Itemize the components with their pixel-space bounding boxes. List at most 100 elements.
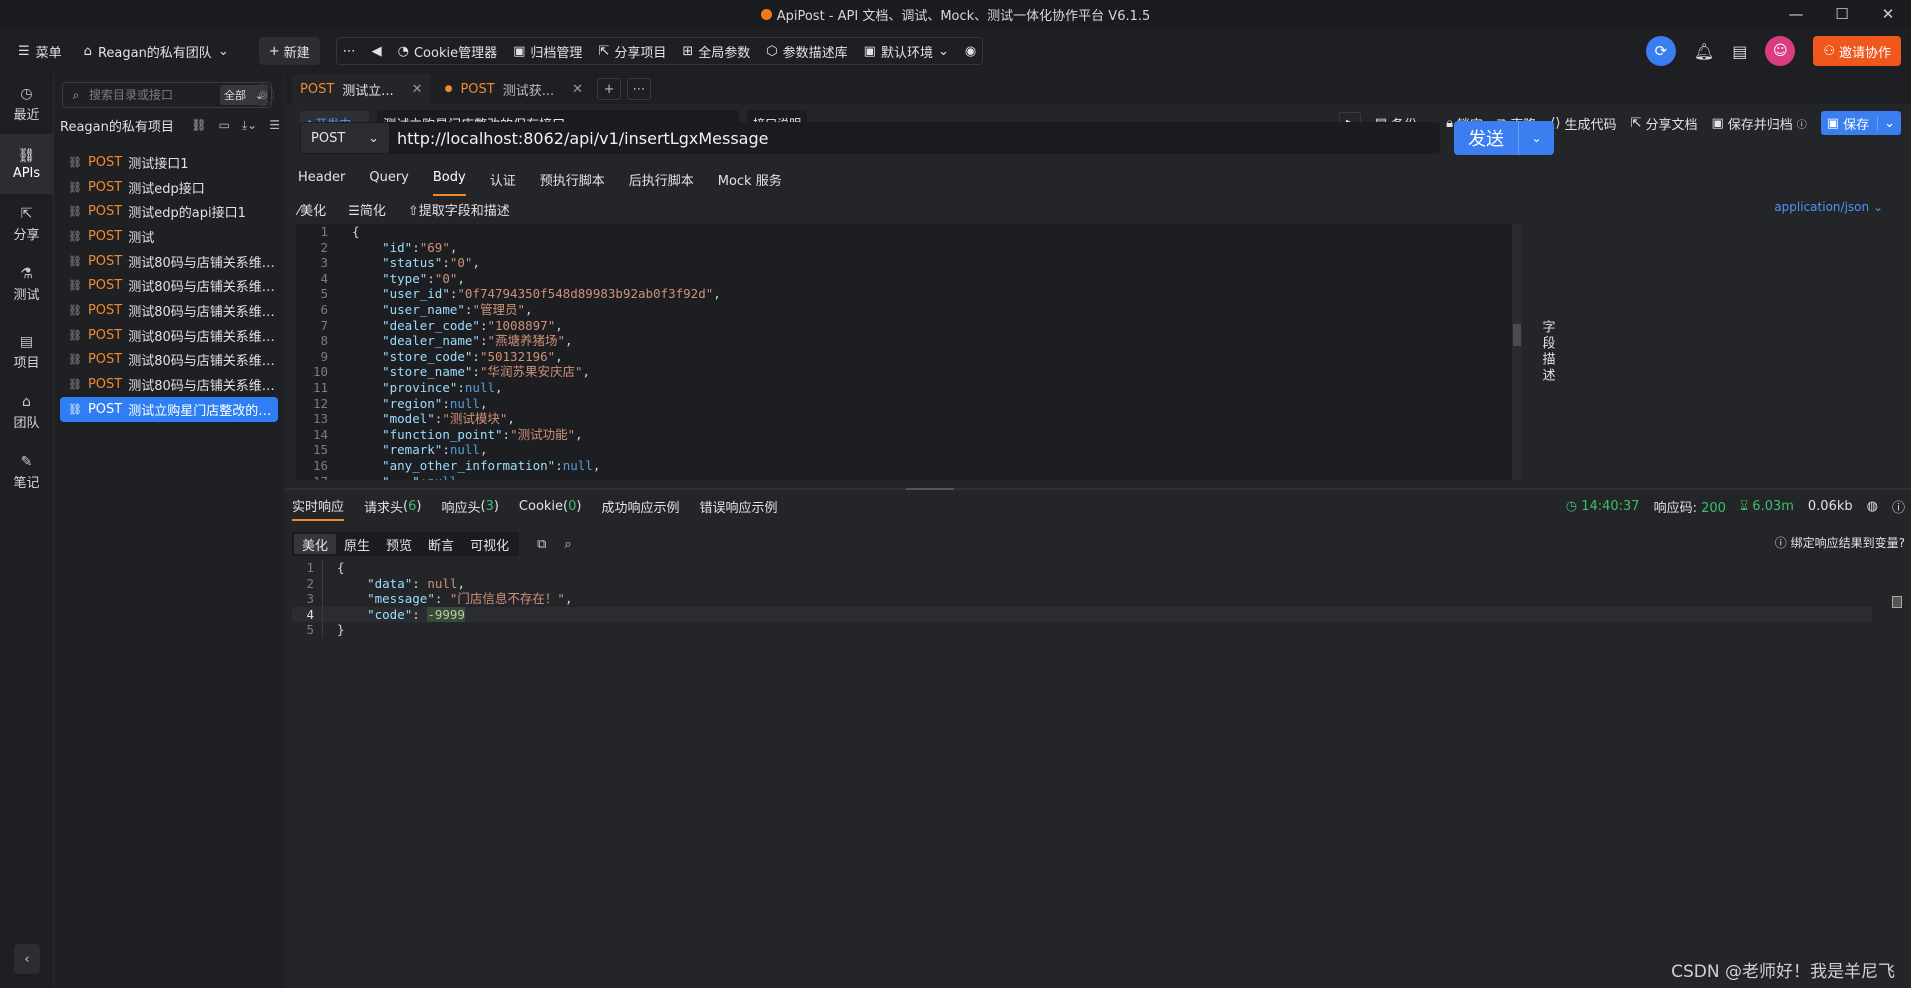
api-list-item[interactable]: ⛓ POST 测试80码与店铺关系维护的导... xyxy=(60,372,278,397)
bind-response-link[interactable]: ⓘ 绑定响应结果到变量? xyxy=(1775,534,1905,551)
response-size: 0.06kb xyxy=(1807,498,1853,514)
add-api-icon[interactable]: ⛓ xyxy=(191,118,206,133)
share-project-button[interactable]: ⇱ 分享项目 xyxy=(598,42,666,61)
response-tab[interactable]: Cookie(0) xyxy=(519,491,582,521)
search-icon[interactable]: ⌕ xyxy=(564,537,571,552)
response-tab[interactable]: 错误响应示例 xyxy=(700,491,778,521)
tab-more-button[interactable]: ⋯ xyxy=(627,78,652,100)
response-tab[interactable]: 实时响应 xyxy=(292,491,345,521)
save-archive-button[interactable]: ▣ 保存并归档 ⓘ xyxy=(1711,114,1806,133)
nav-item-test[interactable]: ⚗ 测试 xyxy=(0,254,53,314)
avatar[interactable]: ☺ xyxy=(1765,36,1796,66)
code-key: "remark" xyxy=(382,442,443,458)
tab-body[interactable]: Body xyxy=(432,170,466,196)
search-input[interactable] xyxy=(89,88,220,102)
api-list-item[interactable]: ⛓ POST 测试80码与店铺关系维护的查... xyxy=(60,249,278,274)
add-tab-button[interactable]: + xyxy=(597,78,622,100)
view-beautify[interactable]: 美化 xyxy=(294,534,337,554)
api-list-item[interactable]: ⛓ POST 测试80码与店铺关系维护的查... xyxy=(60,273,278,298)
generate-code-button[interactable]: ⟨⟩ 生成代码 xyxy=(1550,114,1616,133)
editor-scrollbar[interactable] xyxy=(1512,224,1522,480)
invite-button[interactable]: ⚇ 邀请协作 xyxy=(1813,36,1901,66)
sort-icon[interactable]: ☰ xyxy=(269,118,280,133)
bell-icon[interactable]: 🔔︎ xyxy=(1694,42,1714,61)
nav-item-project[interactable]: ▤ 项目 xyxy=(0,322,53,382)
nav-item-share[interactable]: ⇱ 分享 xyxy=(0,194,53,254)
add-folder-icon[interactable]: ▭ xyxy=(219,118,230,133)
api-list-item[interactable]: ⛓ POST 测试 xyxy=(60,224,278,249)
nav-item-apis[interactable]: ⛓ APIs xyxy=(0,134,53,194)
tab-pre-script[interactable]: 预执行脚本 xyxy=(540,170,605,196)
view-visual[interactable]: 可视化 xyxy=(462,534,517,554)
tab-header[interactable]: Header xyxy=(298,170,345,196)
eye-icon[interactable]: ◉ xyxy=(965,44,976,59)
panel-splitter[interactable] xyxy=(286,488,1911,490)
new-button[interactable]: + 新建 xyxy=(258,37,320,65)
tab-auth[interactable]: 认证 xyxy=(490,170,516,196)
menu-button[interactable]: ☰ 菜单 xyxy=(18,42,62,61)
minimap[interactable] xyxy=(1892,596,1902,608)
nav-item-notes[interactable]: ✎ 笔记 xyxy=(0,442,53,502)
info-icon[interactable]: ⓘ xyxy=(1892,497,1905,516)
nav-item-team[interactable]: ⌂ 团队 xyxy=(0,382,53,442)
save-button[interactable]: ▣ 保存 ⌄ xyxy=(1820,111,1901,135)
close-icon[interactable]: ✕ xyxy=(572,82,583,97)
api-list-item[interactable]: ⛓ POST 测试edp接口 xyxy=(60,175,278,200)
url-input[interactable]: http://localhost:8062/api/v1/insertLgxMe… xyxy=(397,129,768,148)
api-list-item[interactable]: ⛓ POST 测试edp的api接口1 xyxy=(60,199,278,224)
api-list-item[interactable]: ⛓ POST 测试80码与店铺关系维护的新... xyxy=(60,298,278,323)
nav-item-recent[interactable]: ◷ 最近 xyxy=(0,74,53,134)
import-icon[interactable]: ⤓⌄ xyxy=(242,118,257,133)
minimize-button[interactable]: — xyxy=(1773,0,1819,28)
method-select[interactable]: POST ⌄ xyxy=(301,123,389,153)
maximize-button[interactable]: ☐ xyxy=(1819,0,1865,28)
sync-icon[interactable]: ⟳ xyxy=(1645,36,1676,66)
body-editor[interactable]: 1{2 "id":"69", 3 "status":"0", 4 "type":"0… xyxy=(296,224,1522,480)
tab-post-script[interactable]: 后执行脚本 xyxy=(629,170,694,196)
link-icon: ⛓ xyxy=(68,180,82,194)
response-tab[interactable]: 响应头(3) xyxy=(441,491,498,521)
view-assert[interactable]: 断言 xyxy=(420,534,462,554)
api-list-item[interactable]: ⛓ POST 测试立购星门店整改的保存接口 xyxy=(60,396,278,422)
triangle-left-icon[interactable]: ◀ xyxy=(372,44,382,59)
response-tab[interactable]: 请求头(6) xyxy=(364,491,421,521)
globe-icon[interactable]: ◍ xyxy=(1867,499,1878,514)
close-window-button[interactable]: ✕ xyxy=(1865,0,1911,28)
view-preview[interactable]: 预览 xyxy=(378,534,420,554)
share-doc-button[interactable]: ⇱ 分享文档 xyxy=(1631,114,1698,133)
nav-label: 最近 xyxy=(13,107,40,123)
tab-mock[interactable]: Mock 服务 xyxy=(718,170,782,196)
field-desc-toggle[interactable]: 字段描述 xyxy=(1522,224,1572,480)
splitter-handle[interactable] xyxy=(906,488,954,490)
tab-api-1[interactable]: POST 测试立... ✕ xyxy=(292,74,431,104)
more-icon[interactable]: ⋯ xyxy=(343,44,356,59)
global-params-button[interactable]: ⊞ 全局参数 xyxy=(682,42,750,61)
code-line: 14 "function_point":"测试功能", xyxy=(296,427,1522,443)
api-list-item[interactable]: ⛓ POST 测试80码与店铺关系维护的修... xyxy=(60,348,278,373)
tab-query[interactable]: Query xyxy=(369,170,409,196)
view-raw[interactable]: 原生 xyxy=(336,534,378,554)
api-list-item[interactable]: ⛓ POST 测试80码与店铺关系维护的删... xyxy=(60,323,278,348)
api-list-item[interactable]: ⛓ POST 测试接口1 xyxy=(60,150,278,175)
send-button[interactable]: 发送 ⌄ xyxy=(1454,121,1554,155)
collapse-sidebar-button[interactable]: ‹ xyxy=(14,944,40,974)
param-desc-library-button[interactable]: ⬡ 参数描述库 xyxy=(766,42,847,61)
team-selector[interactable]: ⌂ Reagan的私有团队 ⌄ xyxy=(84,42,229,61)
scroll-thumb[interactable] xyxy=(1513,324,1521,346)
environment-selector[interactable]: ▣ 默认环境 ⌄ xyxy=(864,42,949,61)
content-type-select[interactable]: application/json ⌄ xyxy=(1774,200,1883,214)
archive-button[interactable]: ▣ 归档管理 xyxy=(513,42,582,61)
chevron-down-icon[interactable]: ⌄ xyxy=(1877,115,1895,131)
response-tab[interactable]: 成功响应示例 xyxy=(601,491,679,521)
close-icon[interactable]: ✕ xyxy=(412,82,423,97)
copy-icon[interactable]: ⧉ xyxy=(537,537,546,552)
response-body[interactable]: 1{2 "data": null, 3 "message": "门店信息不存在！"… xyxy=(292,560,1872,988)
beautify-button[interactable]: ⁄美化 xyxy=(298,200,326,222)
locate-icon[interactable]: ◎ xyxy=(252,84,274,106)
extract-fields-button[interactable]: ⇧提取字段和描述 xyxy=(408,200,510,222)
chevron-down-icon[interactable]: ⌄ xyxy=(1518,121,1554,155)
cookie-manager-button[interactable]: ◔ Cookie管理器 xyxy=(398,42,497,61)
simplify-button[interactable]: ☰简化 xyxy=(348,200,386,222)
notes-icon[interactable]: ▤ xyxy=(1732,42,1747,61)
tab-api-2[interactable]: ● POST 测试获... ✕ xyxy=(437,74,591,104)
